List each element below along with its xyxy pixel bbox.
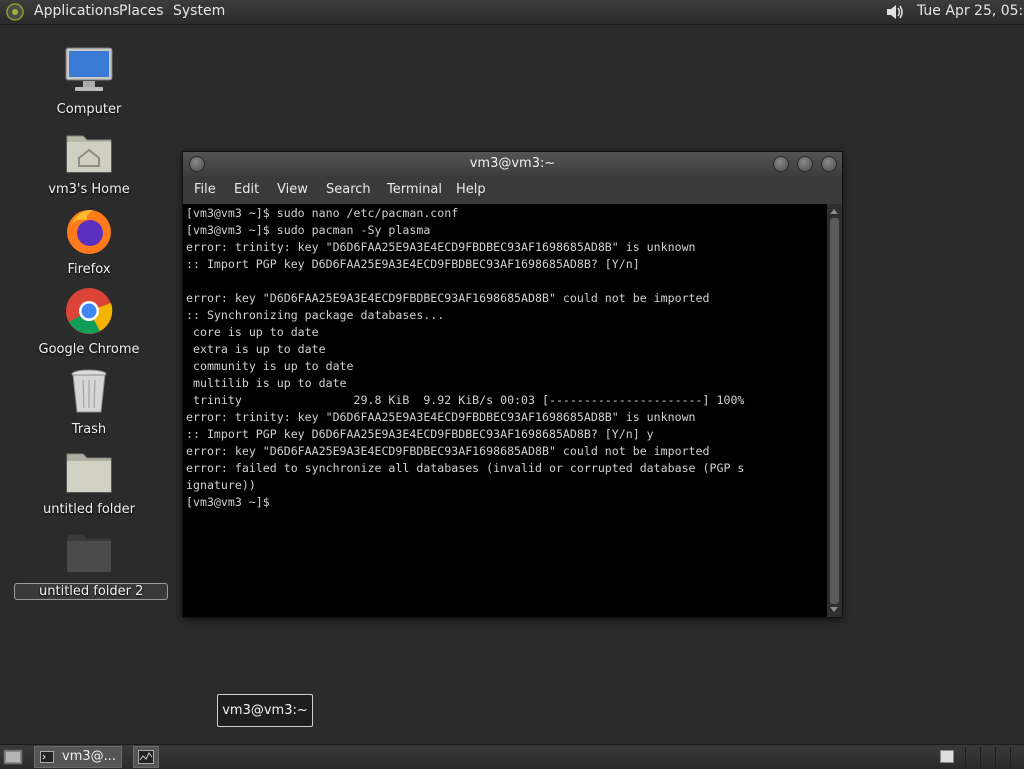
taskbar-tooltip: vm3@vm3:~ (217, 694, 313, 727)
clock[interactable]: Tue Apr 25, 05:21 (917, 3, 1024, 19)
terminal-prompt-line: [vm3@vm3 ~]$ (186, 495, 277, 509)
terminal-line: error: trinity: key "D6D6FAA25E9A3E4ECD9… (186, 240, 696, 254)
terminal-menubar: File Edit View Search Terminal Help (183, 176, 842, 204)
window-title: vm3@vm3:~ (469, 156, 556, 171)
maximize-button[interactable] (797, 156, 813, 172)
window-titlebar[interactable]: vm3@vm3:~ (183, 152, 842, 176)
menu-help[interactable]: Help (456, 182, 486, 197)
workspace-2[interactable] (980, 747, 981, 767)
menu-search[interactable]: Search (326, 182, 371, 197)
workspace-3[interactable] (995, 747, 996, 767)
desktop-icon-untitled-folder[interactable]: untitled folder (14, 446, 164, 517)
terminal-line: core is up to date (186, 325, 319, 339)
terminal-line: community is up to date (186, 359, 354, 373)
terminal-line: trinity 29.8 KiB 9.92 KiB/s 00:03 [-----… (186, 393, 745, 407)
trash-icon (71, 369, 107, 413)
close-button[interactable] (821, 156, 837, 172)
terminal-line: [vm3@vm3 ~]$ sudo pacman -Sy plasma (186, 223, 431, 237)
desktop-icon-trash[interactable]: Trash (14, 366, 164, 437)
menu-view[interactable]: View (277, 182, 308, 197)
terminal-line: :: Synchronizing package databases... (186, 308, 445, 322)
bottom-panel: vm3@... (0, 744, 1024, 769)
taskbar-item-monitor[interactable] (133, 746, 159, 768)
desktop-icon-label: Computer (56, 102, 122, 117)
distro-logo-icon[interactable] (6, 3, 24, 21)
scroll-down-arrow-icon[interactable] (830, 607, 838, 612)
applications-menu[interactable]: Applications (34, 3, 120, 19)
terminal-line: error: key "D6D6FAA25E9A3E4ECD9FBDBEC93A… (186, 291, 710, 305)
minimize-button[interactable] (773, 156, 789, 172)
terminal-line: error: failed to synchronize all databas… (186, 461, 745, 475)
system-monitor-icon (138, 750, 154, 764)
desktop-icon-home[interactable]: vm3's Home (14, 126, 164, 197)
firefox-icon (67, 210, 111, 254)
top-panel: Applications Places System Tue Apr 25, 0… (0, 0, 1024, 25)
desktop-icon-untitled-folder-2[interactable]: untitled folder 2 (14, 526, 169, 600)
taskbar-item-terminal[interactable]: vm3@... (34, 746, 122, 768)
computer-icon (65, 47, 113, 91)
terminal-line: extra is up to date (186, 342, 326, 356)
menu-edit[interactable]: Edit (234, 182, 259, 197)
volume-icon[interactable] (884, 2, 906, 22)
taskbar-item-label: vm3@... (62, 749, 117, 764)
desktop-icon-label: Trash (71, 422, 107, 437)
home-folder-icon (66, 135, 112, 173)
desktop-icon-label: untitled folder (42, 502, 135, 517)
desktop-icon-label: Google Chrome (38, 342, 140, 357)
folder-icon (66, 453, 112, 493)
desktop-icon-chrome[interactable]: Google Chrome (14, 286, 164, 357)
folder-icon (66, 533, 112, 573)
desktop-icon-label: Firefox (67, 262, 111, 277)
terminal-line: error: trinity: key "D6D6FAA25E9A3E4ECD9… (186, 410, 696, 424)
scroll-up-arrow-icon[interactable] (830, 209, 838, 214)
desktop-icon-computer[interactable]: Computer (14, 46, 164, 117)
terminal-output[interactable]: [vm3@vm3 ~]$ sudo nano /etc/pacman.conf … (183, 204, 826, 617)
terminal-icon (40, 751, 54, 763)
places-menu[interactable]: Places (119, 3, 164, 19)
desktop-icon-firefox[interactable]: Firefox (14, 206, 164, 277)
scrollbar-thumb[interactable] (830, 218, 839, 604)
terminal-line: :: Import PGP key D6D6FAA25E9A3E4ECD9FBD… (186, 257, 640, 271)
desktop-icon-label: untitled folder 2 (14, 583, 169, 600)
terminal-line: error: key "D6D6FAA25E9A3E4ECD9FBDBEC93A… (186, 444, 710, 458)
terminal-window[interactable]: vm3@vm3:~ File Edit View Search Terminal… (182, 151, 843, 618)
menu-file[interactable]: File (194, 182, 216, 197)
terminal-line: :: Import PGP key D6D6FAA25E9A3E4ECD9FBD… (186, 427, 654, 441)
terminal-line: multilib is up to date (186, 376, 347, 390)
workspace-1-active[interactable] (940, 750, 954, 763)
workspace-separator (965, 747, 966, 767)
menu-terminal[interactable]: Terminal (387, 182, 442, 197)
terminal-scrollbar[interactable] (827, 204, 842, 617)
terminal-line: [vm3@vm3 ~]$ sudo nano /etc/pacman.conf (186, 206, 459, 220)
chrome-icon (66, 288, 113, 334)
desktop-icon-label: vm3's Home (48, 182, 130, 197)
workspace-4[interactable] (1010, 747, 1011, 767)
show-desktop-icon[interactable] (3, 748, 23, 766)
system-menu[interactable]: System (173, 3, 225, 19)
terminal-line: ignature)) (186, 478, 256, 492)
